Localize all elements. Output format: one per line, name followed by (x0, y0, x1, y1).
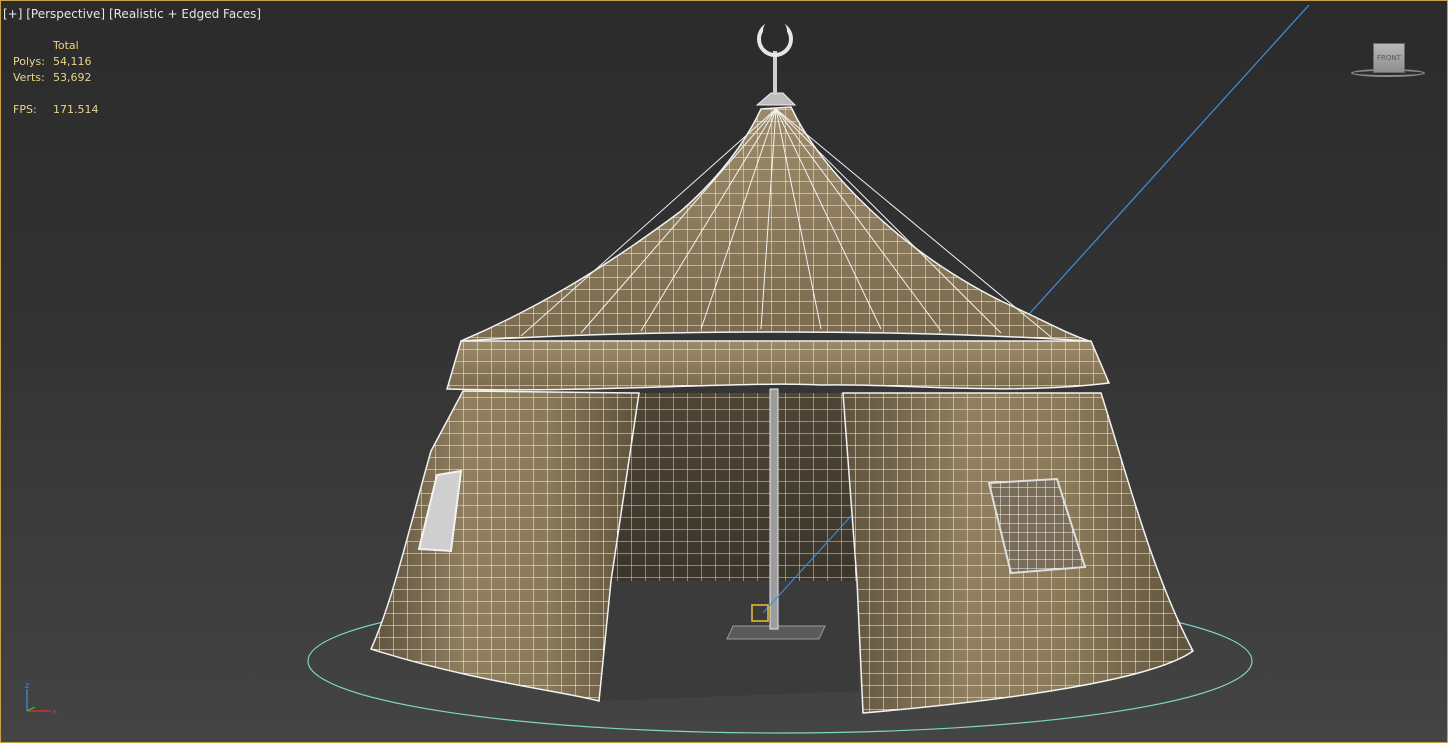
scene-canvas[interactable] (1, 1, 1448, 743)
fps-value: 171.514 (53, 103, 99, 116)
viewcube-front-face[interactable]: FRONT (1373, 43, 1405, 73)
tent-interior-wire (611, 393, 857, 581)
tent-valance-wire (446, 340, 1111, 391)
axis-tripod-icon: z x (25, 681, 57, 716)
viewport-shading-menu[interactable]: [Realistic + Edged Faces] (109, 7, 261, 21)
polys-value: 54,116 (53, 55, 92, 68)
viewport-menu-plus[interactable]: [+] (3, 7, 22, 21)
center-pole[interactable] (769, 388, 779, 630)
viewport-view-menu[interactable]: [Perspective] (26, 7, 105, 21)
polys-label: Polys: (13, 55, 45, 68)
tent-floor (599, 581, 859, 701)
tent-wall-left-wire (369, 390, 640, 702)
viewcube-icon[interactable]: FRONT (1349, 41, 1429, 83)
guy-line[interactable] (1020, 4, 1310, 324)
verts-value: 53,692 (53, 71, 92, 84)
verts-label: Verts: (13, 71, 45, 84)
finial-rod[interactable] (773, 51, 777, 95)
svg-text:z: z (25, 681, 29, 690)
perspective-viewport[interactable]: [+] [Perspective] [Realistic + Edged Fac… (0, 0, 1448, 743)
crescent-icon[interactable] (757, 19, 793, 57)
stats-header: Total (53, 39, 79, 52)
fps-label: FPS: (13, 103, 37, 116)
viewport-label: [+] [Perspective] [Realistic + Edged Fac… (3, 7, 261, 21)
viewport-stats: Total Polys: 54,116 Verts: 53,692 FPS: 171.… (13, 39, 133, 119)
svg-text:x: x (52, 707, 57, 716)
